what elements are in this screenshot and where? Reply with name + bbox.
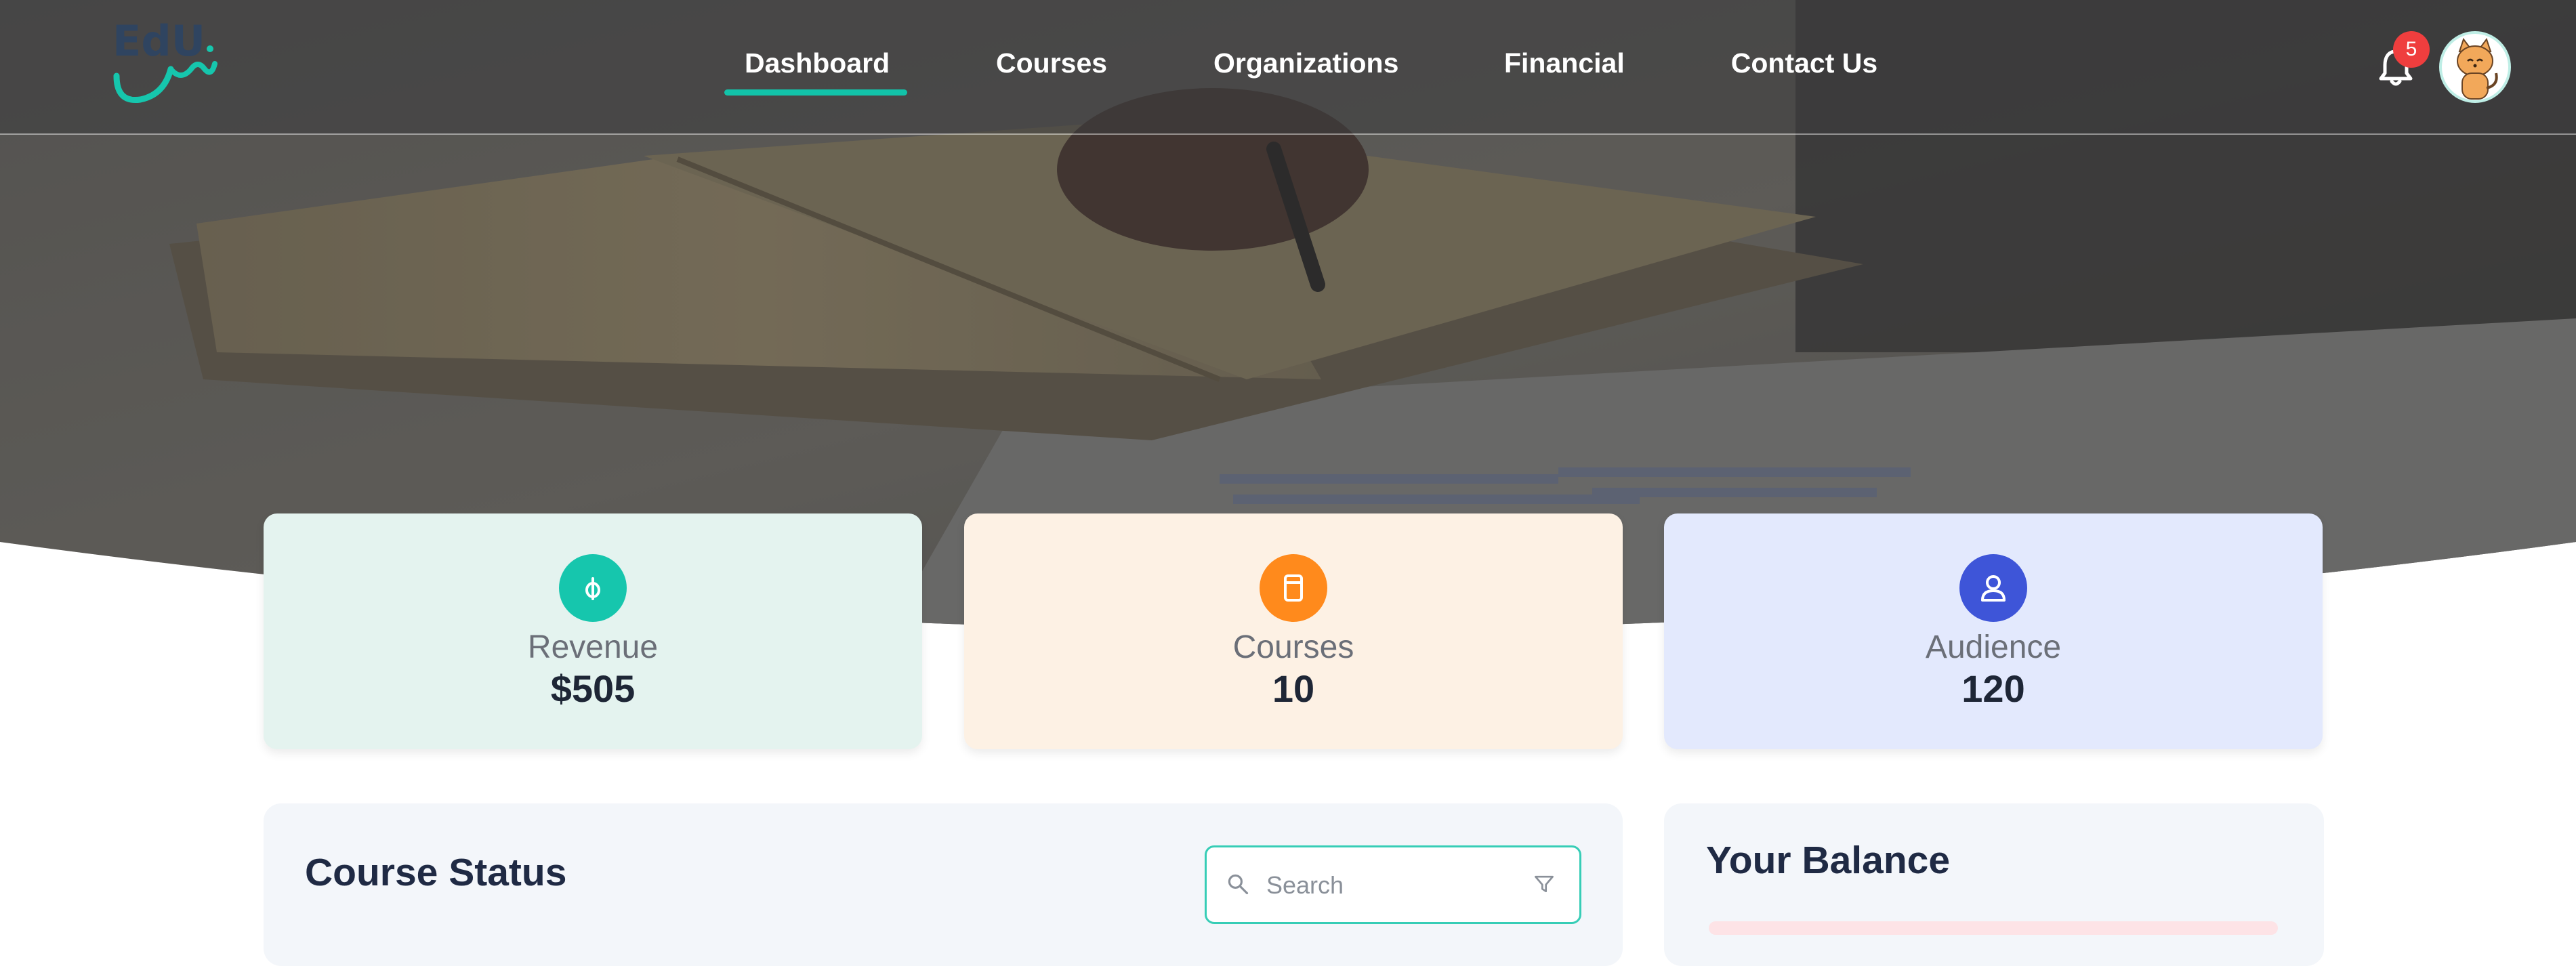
audience-value: 120 (1961, 667, 2025, 710)
top-header: EdU Dashboard Courses Organizations Fina… (0, 0, 2576, 135)
user-icon (1959, 554, 2027, 622)
revenue-card[interactable]: Revenue $505 (264, 513, 922, 749)
nav-contact-us-label: Contact Us (1730, 47, 1878, 79)
active-nav-indicator (724, 89, 907, 96)
course-search-box[interactable] (1205, 845, 1581, 924)
courses-value: 10 (1272, 667, 1315, 710)
audience-label: Audience (1925, 629, 2062, 665)
nav-courses-label: Courses (996, 47, 1108, 79)
nav-financial[interactable]: Financial (1504, 41, 1625, 85)
nav-courses[interactable]: Courses (996, 41, 1108, 85)
svg-text:EdU: EdU (112, 16, 205, 66)
courses-label: Courses (1232, 629, 1354, 665)
nav-organizations[interactable]: Organizations (1213, 41, 1398, 85)
nav-dashboard-label: Dashboard (745, 47, 890, 79)
edunas-logo[interactable]: EdU (110, 15, 218, 110)
nav-financial-label: Financial (1504, 47, 1625, 79)
user-avatar[interactable] (2439, 31, 2511, 103)
cat-avatar-icon (2457, 37, 2498, 100)
filter-icon[interactable] (1532, 872, 1556, 896)
courses-card[interactable]: Courses 10 (964, 513, 1623, 749)
revenue-label: Revenue (527, 629, 659, 665)
nav-dashboard[interactable]: Dashboard (724, 41, 907, 96)
notification-badge: 5 (2393, 31, 2430, 68)
book-icon (1260, 554, 1327, 622)
balance-panel (1664, 803, 2324, 966)
balance-card-edge (1709, 921, 2278, 935)
revenue-value: $505 (550, 667, 636, 710)
balance-title: Your Balance (1706, 839, 1951, 882)
audience-card[interactable]: Audience 120 (1664, 513, 2323, 749)
nav-contact-us[interactable]: Contact Us (1730, 41, 1878, 85)
nav-organizations-label: Organizations (1213, 47, 1399, 79)
course-status-title: Course Status (305, 851, 567, 894)
coin-icon (559, 554, 627, 622)
search-icon (1228, 874, 1249, 895)
search-input[interactable] (1265, 862, 1505, 908)
